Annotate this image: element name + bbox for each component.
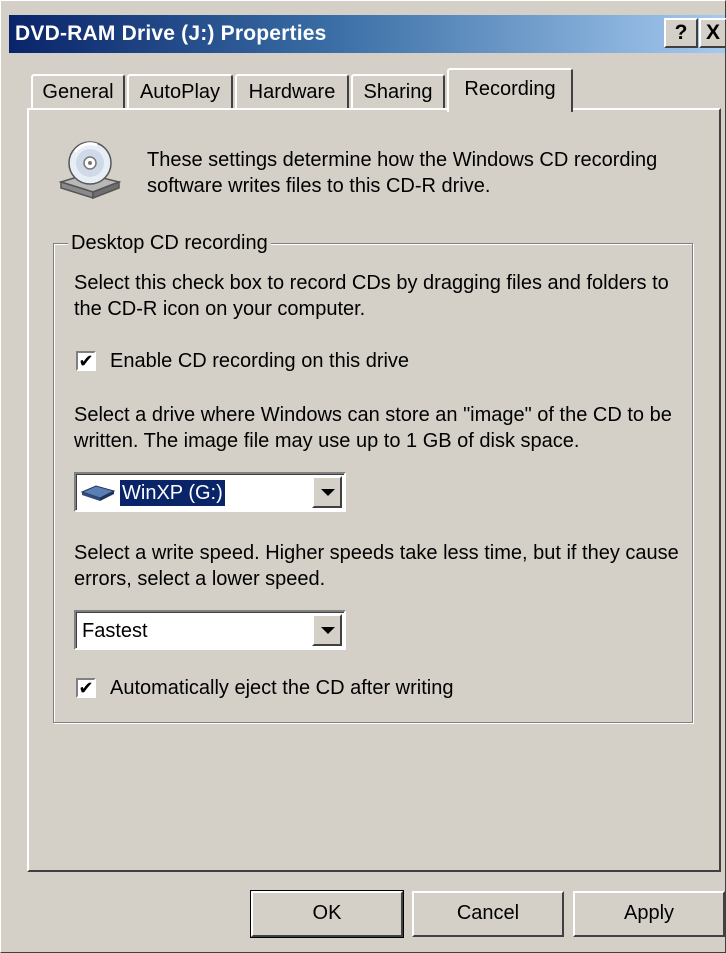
help-button[interactable]: ? xyxy=(664,18,698,48)
window-title: DVD-RAM Drive (J:) Properties xyxy=(15,22,327,45)
write-speed-dropdown-button[interactable] xyxy=(312,614,342,646)
cd-drive-icon xyxy=(57,138,123,207)
tab-general[interactable]: General xyxy=(31,74,125,110)
properties-dialog: DVD-RAM Drive (J:) Properties ? X Genera… xyxy=(0,0,726,953)
enable-recording-label[interactable]: Enable CD recording on this drive xyxy=(110,348,409,374)
group-description: Select this check box to record CDs by d… xyxy=(74,272,669,320)
tab-hardware[interactable]: Hardware xyxy=(235,74,349,110)
tab-autoplay[interactable]: AutoPlay xyxy=(127,74,233,110)
image-drive-description: Select a drive where Windows can store a… xyxy=(74,404,672,452)
enable-recording-checkbox[interactable]: ✔ xyxy=(76,351,96,371)
chevron-down-icon xyxy=(321,627,335,634)
ok-button[interactable]: OK xyxy=(250,890,404,938)
close-button[interactable]: X xyxy=(699,18,726,48)
chevron-down-icon xyxy=(321,489,335,496)
title-bar[interactable]: DVD-RAM Drive (J:) Properties ? X xyxy=(9,15,726,53)
tab-recording[interactable]: Recording xyxy=(447,68,573,112)
group-legend: Desktop CD recording xyxy=(68,230,271,256)
desktop-cd-recording-group: Desktop CD recording Select this check b… xyxy=(53,230,693,723)
image-drive-dropdown-button[interactable] xyxy=(312,476,342,508)
apply-button[interactable]: Apply xyxy=(573,891,725,937)
intro-text: These settings determine how the Windows… xyxy=(147,149,658,197)
image-drive-select[interactable]: WinXP (G:) xyxy=(74,472,346,512)
hard-drive-icon xyxy=(80,484,116,507)
tab-sharing[interactable]: Sharing xyxy=(351,74,445,110)
write-speed-description: Select a write speed. Higher speeds take… xyxy=(74,542,679,590)
auto-eject-label[interactable]: Automatically eject the CD after writing xyxy=(110,675,453,701)
write-speed-select[interactable]: Fastest xyxy=(74,610,346,650)
write-speed-value: Fastest xyxy=(82,620,148,642)
image-drive-value: WinXP (G:) xyxy=(120,480,225,506)
auto-eject-checkbox[interactable]: ✔ xyxy=(76,678,96,698)
cancel-button[interactable]: Cancel xyxy=(412,891,564,937)
recording-tab-panel: These settings determine how the Windows… xyxy=(27,108,721,872)
